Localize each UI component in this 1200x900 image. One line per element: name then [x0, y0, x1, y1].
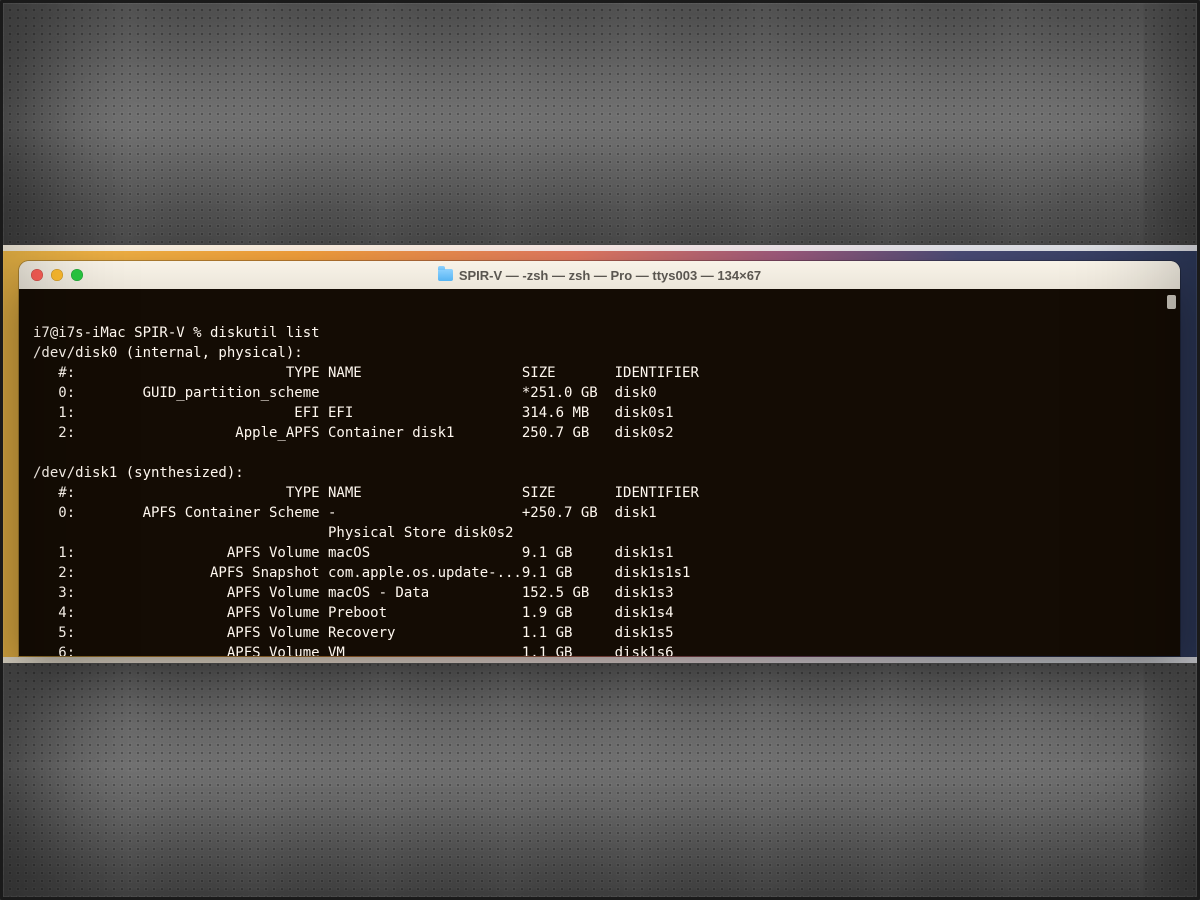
- desktop: Scripts selected, 214.88 GB available SP…: [0, 0, 1200, 900]
- terminal-output[interactable]: i7@i7s-iMac SPIR-V % diskutil list /dev/…: [19, 289, 1180, 656]
- wallpaper-bottom: [0, 663, 1200, 900]
- close-button[interactable]: [31, 269, 43, 281]
- titlebar[interactable]: SPIR-V — -zsh — zsh — Pro — ttys003 — 13…: [19, 261, 1180, 290]
- terminal-window[interactable]: SPIR-V — -zsh — zsh — Pro — ttys003 — 13…: [19, 261, 1180, 656]
- minimize-button[interactable]: [51, 269, 63, 281]
- window-title-wrap: SPIR-V — -zsh — zsh — Pro — ttys003 — 13…: [19, 261, 1180, 289]
- scrollbar-thumb[interactable]: [1167, 295, 1176, 309]
- folder-icon: [438, 269, 453, 281]
- window-title: SPIR-V — -zsh — zsh — Pro — ttys003 — 13…: [459, 268, 761, 283]
- wallpaper-top: [0, 0, 1200, 245]
- traffic-lights: [19, 269, 83, 281]
- zoom-button[interactable]: [71, 269, 83, 281]
